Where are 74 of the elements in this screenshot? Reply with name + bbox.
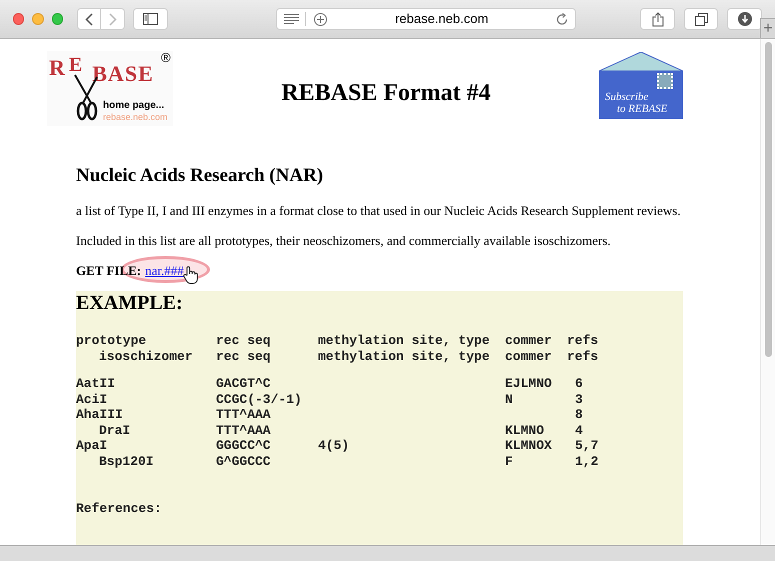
sidebar-button[interactable] [133, 8, 168, 30]
scrollbar-thumb[interactable] [764, 42, 772, 357]
hand-cursor-icon [183, 266, 200, 284]
table-cell: EJLMNO [505, 376, 552, 391]
share-icon [652, 12, 664, 26]
table-cell: 6 [575, 376, 583, 391]
new-tab-button[interactable]: + [760, 18, 775, 38]
stamp-icon [657, 73, 673, 89]
file-link[interactable]: nar.### [145, 263, 184, 278]
table-cell: ApaI [76, 438, 108, 453]
table-cell: 4(5) [318, 438, 350, 453]
back-button[interactable] [76, 8, 102, 30]
close-window-icon[interactable] [13, 13, 24, 25]
references-label: References: [76, 501, 162, 516]
column-heading: refs [567, 333, 598, 348]
subscribe-text: Subscribe [605, 92, 648, 103]
share-button[interactable] [640, 8, 675, 30]
section-heading: Nucleic Acids Research (NAR) [76, 164, 324, 188]
paragraph: a list of Type II, I and III enzymes in a format close to that used in our Nucleic Acids Research Supplement reviews. [76, 203, 682, 219]
table-cell: DraI [99, 422, 130, 438]
envelope-flap-icon [599, 52, 683, 71]
column-heading: prototype [76, 333, 146, 348]
back-icon [85, 12, 94, 26]
plus-circle-icon [314, 12, 327, 26]
subscribe-text: to REBASE [617, 104, 668, 115]
table-cell: G^GGCCC [216, 454, 271, 468]
table-cell: KLMNO [505, 422, 544, 438]
column-heading: rec seq [216, 333, 271, 348]
table-cell: CCGC(-3/-1) [216, 392, 302, 406]
page-title: REBASE Format #4 [281, 79, 491, 108]
table-cell: AhaIII [76, 407, 123, 422]
logo-letter: E [138, 63, 153, 85]
table-cell: 5,7 [575, 438, 598, 453]
logo-letter: A [108, 63, 124, 85]
url-text: rebase.neb.com [395, 11, 488, 26]
get-file-label: GET FILE: [76, 263, 142, 279]
column-heading: refs [567, 348, 598, 364]
table-cell: 4 [575, 422, 583, 438]
tabs-button[interactable] [684, 8, 718, 30]
table-cell: TTT^AAA [216, 422, 271, 438]
forward-icon [108, 12, 117, 26]
download-button[interactable] [727, 8, 762, 30]
tabs-icon [694, 12, 708, 26]
column-heading: commer [505, 348, 552, 364]
table-cell: F [505, 454, 513, 468]
logo-site: rebase.neb.com [103, 113, 168, 122]
column-heading: isoschizomer [99, 348, 193, 364]
sidebar-icon [143, 13, 158, 25]
address-bar[interactable]: rebase.neb.com [276, 8, 576, 30]
column-heading: rec seq [216, 348, 271, 364]
table-cell: AciI [76, 392, 108, 406]
column-heading: commer [505, 333, 552, 348]
logo-letter: S [124, 63, 138, 85]
paragraph: Included in this list are all prototypes, their neoschizomers, and commercially available isoschizomers. [76, 233, 612, 249]
column-heading: methylation site, type [318, 348, 490, 364]
reload-icon [556, 12, 568, 26]
table-cell: 3 [575, 392, 583, 406]
table-cell: 1,2 [575, 454, 598, 468]
table-cell: GGGCC^C [216, 438, 271, 453]
table-cell: N [505, 392, 513, 406]
table-cell: KLMNOX [505, 438, 552, 453]
logo-caption: home page... [103, 101, 164, 111]
example-title: EXAMPLE: [76, 291, 184, 315]
logo-letter: E [68, 55, 82, 75]
table-cell: TTT^AAA [216, 407, 271, 422]
reader-icon [284, 14, 299, 24]
table-cell: Bsp120I [99, 454, 154, 468]
registered-mark: ® [161, 51, 171, 64]
column-heading: methylation site, type [318, 333, 490, 348]
logo-letter: R [49, 57, 65, 79]
table-cell: GACGT^C [216, 376, 271, 391]
table-cell: 8 [575, 407, 583, 422]
table-cell: AatII [76, 376, 116, 391]
download-icon [738, 12, 752, 26]
